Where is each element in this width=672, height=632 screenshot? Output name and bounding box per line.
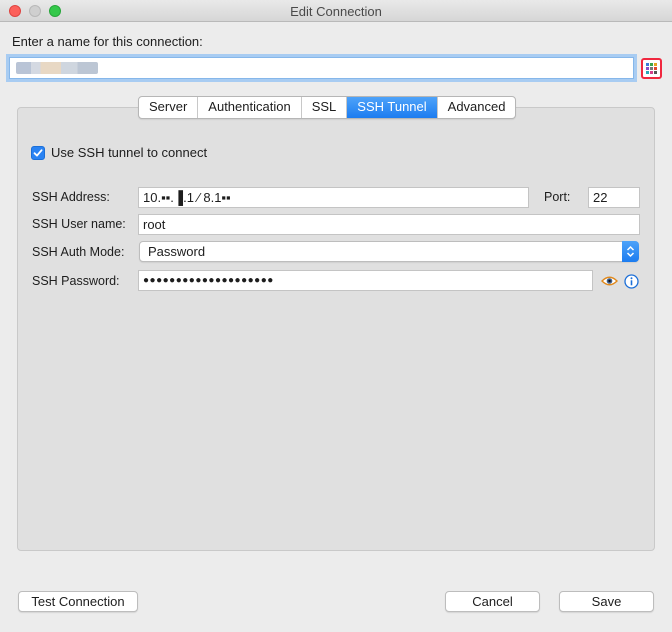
ssh-auth-mode-value: Password <box>148 244 206 259</box>
title-bar[interactable]: Edit Connection <box>0 0 672 22</box>
checkmark-icon <box>33 148 43 156</box>
connection-tabs: Server Authentication SSL SSH Tunnel Adv… <box>138 96 517 119</box>
use-ssh-tunnel-checkbox[interactable] <box>31 145 45 160</box>
connection-name-label: Enter a name for this connection: <box>12 34 203 49</box>
tab-advanced[interactable]: Advanced <box>438 97 516 118</box>
connection-name-value: ██████ <box>16 62 98 74</box>
ssh-auth-mode-label: SSH Auth Mode: <box>32 245 125 259</box>
ssh-port-input[interactable]: 22 <box>588 187 640 208</box>
use-ssh-tunnel-row: Use SSH tunnel to connect <box>31 145 207 160</box>
use-ssh-tunnel-label: Use SSH tunnel to connect <box>51 145 208 160</box>
ssh-password-input[interactable]: ●●●●●●●●●●●●●●●●●●●● <box>138 270 593 291</box>
edit-connection-window: Edit Connection Enter a name for this co… <box>0 0 672 632</box>
info-icon <box>623 273 639 289</box>
cancel-button[interactable]: Cancel <box>445 591 540 612</box>
tab-server[interactable]: Server <box>139 97 199 118</box>
window-title: Edit Connection <box>290 4 382 19</box>
show-password-button[interactable] <box>600 272 618 290</box>
ssh-user-label: SSH User name: <box>32 217 126 231</box>
ssh-address-input[interactable]: 10.▪▪.▐.1 ⁄ 8.1▪▪ <box>138 187 529 208</box>
password-info-button[interactable] <box>622 272 640 290</box>
save-button[interactable]: Save <box>559 591 654 612</box>
tab-ssh-tunnel[interactable]: SSH Tunnel <box>347 97 438 118</box>
eye-icon <box>600 276 618 286</box>
test-connection-button[interactable]: Test Connection <box>18 591 138 612</box>
ssh-address-label: SSH Address: <box>32 190 110 204</box>
tab-authentication[interactable]: Authentication <box>198 97 302 118</box>
ssh-password-label: SSH Password: <box>32 274 120 288</box>
connection-name-input[interactable]: ██████ <box>9 57 634 79</box>
ssh-auth-mode-select[interactable]: Password <box>139 241 639 262</box>
ssh-port-label: Port: <box>544 190 571 204</box>
tab-ssl[interactable]: SSL <box>302 97 348 118</box>
connection-color-button[interactable] <box>641 58 662 79</box>
updown-arrows-icon <box>622 241 639 262</box>
ssh-user-input[interactable]: root <box>138 214 640 235</box>
settings-panel <box>17 107 655 551</box>
color-picker-icon <box>646 63 657 74</box>
